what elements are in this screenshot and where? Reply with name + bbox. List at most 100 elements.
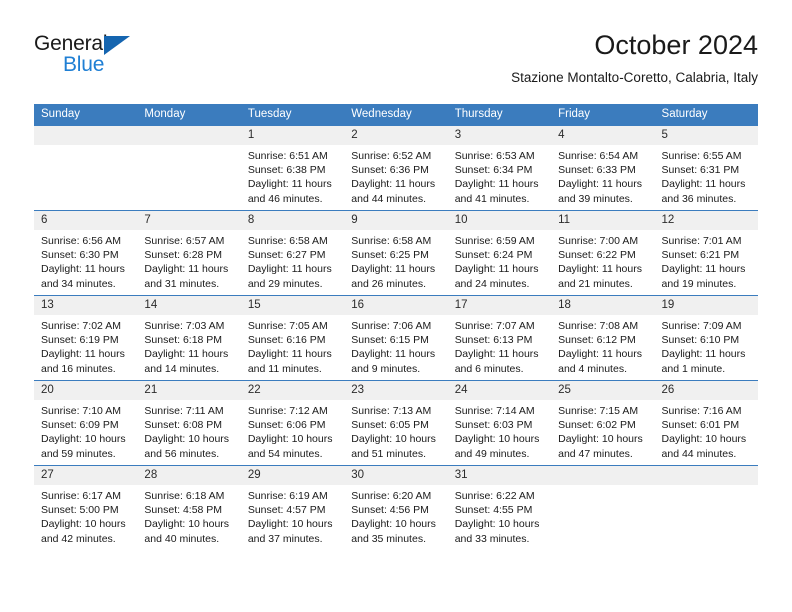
sunset-text: Sunset: 6:02 PM [558,419,636,432]
day-details: Sunrise: 6:55 AM Sunset: 6:31 PM Daylight:… [655,145,758,206]
day-number: 29 [240,466,345,485]
daylight-text-line2: and 42 minutes. [41,532,116,545]
day-details: Sunrise: 6:57 AM Sunset: 6:28 PM Daylight:… [137,230,240,291]
sunset-text: Sunset: 6:12 PM [558,334,636,347]
day-number: 19 [654,296,758,315]
sunrise-text: Sunrise: 7:06 AM [351,320,432,332]
calendar-day-cell[interactable]: 9 Sunrise: 6:58 AM Sunset: 6:25 PM Daylight… [344,210,448,296]
day-number: 26 [654,381,758,400]
day-details: Sunrise: 7:15 AM Sunset: 6:02 PM Daylight:… [551,400,654,461]
calendar-day-cell[interactable]: 10 Sunrise: 6:59 AM Sunset: 6:24 PM Dayligh… [447,210,552,296]
day-number: 16 [344,296,448,315]
day-number: 12 [654,211,758,230]
calendar-day-cell[interactable]: 3 Sunrise: 6:53 AM Sunset: 6:34 PM Daylight… [447,125,552,211]
sunset-text: Sunset: 6:18 PM [144,334,223,347]
calendar-day-cell[interactable]: 19 Sunrise: 7:09 AM Sunset: 6:10 PM Dayligh… [654,295,758,381]
daylight-text-line2: and 46 minutes. [247,192,323,205]
daylight-text-line1: Daylight: 11 hours [247,348,332,361]
daylight-text-line1: Daylight: 10 hours [661,433,747,446]
day-details: Sunrise: 6:51 AM Sunset: 6:38 PM Daylight:… [241,145,344,206]
calendar-day-cell[interactable]: 18 Sunrise: 7:08 AM Sunset: 6:12 PM Dayligh… [551,295,655,381]
day-number: 30 [344,466,448,485]
daylight-text-line2: and 33 minutes. [454,532,530,545]
calendar-day-cell[interactable]: 15 Sunrise: 7:05 AM Sunset: 6:16 PM Dayligh… [240,295,345,381]
calendar-day-cell[interactable]: 25 Sunrise: 7:15 AM Sunset: 6:02 PM Dayligh… [551,380,655,466]
calendar-day-cell[interactable]: 16 Sunrise: 7:06 AM Sunset: 6:15 PM Dayligh… [344,295,448,381]
calendar-day-cell[interactable]: 27 Sunrise: 6:17 AM Sunset: 5:00 PM Dayligh… [34,465,138,550]
sunset-text: Sunset: 6:28 PM [144,249,223,262]
sunrise-text: Sunrise: 6:51 AM [247,150,328,162]
weekday-header-tuesday: Tuesday [240,104,345,126]
calendar-day-cell[interactable]: 26 Sunrise: 7:16 AM Sunset: 6:01 PM Dayligh… [654,380,758,466]
daylight-text-line2: and 9 minutes. [351,362,421,375]
calendar-page: General Blue October 2024 Stazione Monta… [0,0,792,612]
calendar-day-cell[interactable]: 5 Sunrise: 6:55 AM Sunset: 6:31 PM Daylight… [654,125,758,211]
calendar-day-cell[interactable]: 13 Sunrise: 7:02 AM Sunset: 6:19 PM Dayligh… [34,295,138,381]
title-block: October 2024 Stazione Montalto-Coretto, … [511,28,758,88]
calendar-day-cell[interactable]: 8 Sunrise: 6:58 AM Sunset: 6:27 PM Daylight… [240,210,345,296]
weekday-header-friday: Friday [551,104,655,126]
day-number: 2 [344,126,448,145]
sunset-text: Sunset: 6:36 PM [351,164,429,177]
calendar-day-cell[interactable]: 1 Sunrise: 6:51 AM Sunset: 6:38 PM Daylight… [240,125,345,211]
weekday-header-wednesday: Wednesday [344,104,448,126]
calendar-day-cell[interactable]: 4 Sunrise: 6:54 AM Sunset: 6:33 PM Daylight… [551,125,655,211]
day-details: Sunrise: 6:17 AM Sunset: 5:00 PM Daylight:… [34,485,137,546]
daylight-text-line1: Daylight: 10 hours [558,433,643,446]
sunset-text: Sunset: 4:57 PM [247,504,326,517]
sunset-text: Sunset: 6:27 PM [247,249,326,262]
sunset-text: Sunset: 6:03 PM [454,419,533,432]
day-details: Sunrise: 6:52 AM Sunset: 6:36 PM Daylight:… [344,145,447,206]
weekday-header-monday: Monday [137,104,241,126]
sunrise-text: Sunrise: 7:08 AM [558,320,639,332]
calendar-day-cell[interactable]: 2 Sunrise: 6:52 AM Sunset: 6:36 PM Daylight… [344,125,448,211]
calendar-day-cell-empty [551,465,655,550]
daylight-text-line1: Daylight: 11 hours [144,348,229,361]
sunset-text: Sunset: 6:30 PM [41,249,119,262]
daylight-text-line1: Daylight: 10 hours [351,518,436,531]
calendar-day-cell[interactable]: 23 Sunrise: 7:13 AM Sunset: 6:05 PM Dayligh… [344,380,448,466]
sunrise-text: Sunrise: 6:54 AM [558,150,639,162]
day-number: 11 [551,211,655,230]
calendar-day-cell[interactable]: 12 Sunrise: 7:01 AM Sunset: 6:21 PM Dayligh… [654,210,758,296]
daylight-text-line1: Daylight: 10 hours [41,518,126,531]
calendar-day-cell[interactable]: 24 Sunrise: 7:14 AM Sunset: 6:03 PM Dayligh… [447,380,552,466]
daylight-text-line2: and 11 minutes. [247,362,322,375]
calendar-day-cell[interactable]: 14 Sunrise: 7:03 AM Sunset: 6:18 PM Dayligh… [137,295,241,381]
daylight-text-line1: Daylight: 11 hours [351,263,436,276]
day-details: Sunrise: 7:10 AM Sunset: 6:09 PM Daylight:… [34,400,137,461]
calendar-day-cell[interactable]: 7 Sunrise: 6:57 AM Sunset: 6:28 PM Daylight… [137,210,241,296]
sunrise-text: Sunrise: 6:59 AM [454,235,535,247]
calendar-day-cell[interactable]: 30 Sunrise: 6:20 AM Sunset: 4:56 PM Dayligh… [344,465,448,550]
day-details: Sunrise: 7:08 AM Sunset: 6:12 PM Daylight:… [551,315,654,376]
calendar-day-cell[interactable]: 29 Sunrise: 6:19 AM Sunset: 4:57 PM Dayligh… [240,465,345,550]
sunset-text: Sunset: 6:34 PM [454,164,533,177]
calendar-day-cell[interactable]: 22 Sunrise: 7:12 AM Sunset: 6:06 PM Dayligh… [240,380,345,466]
daylight-text-line2: and 54 minutes. [247,447,323,460]
day-details: Sunrise: 7:03 AM Sunset: 6:18 PM Daylight:… [137,315,240,376]
daylight-text-line1: Daylight: 10 hours [144,433,230,446]
daylight-text-line1: Daylight: 11 hours [661,178,746,191]
sunrise-text: Sunrise: 6:52 AM [351,150,432,162]
day-number: 20 [34,381,138,400]
calendar-day-cell[interactable]: 11 Sunrise: 7:00 AM Sunset: 6:22 PM Dayligh… [551,210,655,296]
calendar-week-row: 13 Sunrise: 7:02 AM Sunset: 6:19 PM Dayligh… [34,295,758,381]
calendar-day-cell[interactable]: 17 Sunrise: 7:07 AM Sunset: 6:13 PM Dayligh… [447,295,552,381]
sunrise-text: Sunrise: 7:12 AM [247,405,328,417]
calendar-day-cell[interactable]: 31 Sunrise: 6:22 AM Sunset: 4:55 PM Dayligh… [447,465,552,550]
daylight-text-line2: and 6 minutes. [454,362,524,375]
calendar-day-cell[interactable]: 20 Sunrise: 7:10 AM Sunset: 6:09 PM Dayligh… [34,380,138,466]
calendar-day-cell[interactable]: 21 Sunrise: 7:11 AM Sunset: 6:08 PM Dayligh… [137,380,241,466]
day-number: 9 [344,211,448,230]
sunrise-text: Sunrise: 7:10 AM [41,405,121,417]
sunset-text: Sunset: 6:16 PM [247,334,326,347]
day-number: 1 [240,126,345,145]
sunrise-text: Sunrise: 7:11 AM [144,405,224,417]
day-details: Sunrise: 7:01 AM Sunset: 6:21 PM Daylight:… [655,230,758,291]
day-details: Sunrise: 6:18 AM Sunset: 4:58 PM Daylight:… [137,485,240,546]
sunrise-text: Sunrise: 6:58 AM [247,235,328,247]
calendar-day-cell[interactable]: 6 Sunrise: 6:56 AM Sunset: 6:30 PM Daylight… [34,210,138,296]
day-details: Sunrise: 6:59 AM Sunset: 6:24 PM Daylight:… [448,230,551,291]
calendar-body: 1 Sunrise: 6:51 AM Sunset: 6:38 PM Daylight… [34,125,758,550]
calendar-day-cell[interactable]: 28 Sunrise: 6:18 AM Sunset: 4:58 PM Dayligh… [137,465,241,550]
